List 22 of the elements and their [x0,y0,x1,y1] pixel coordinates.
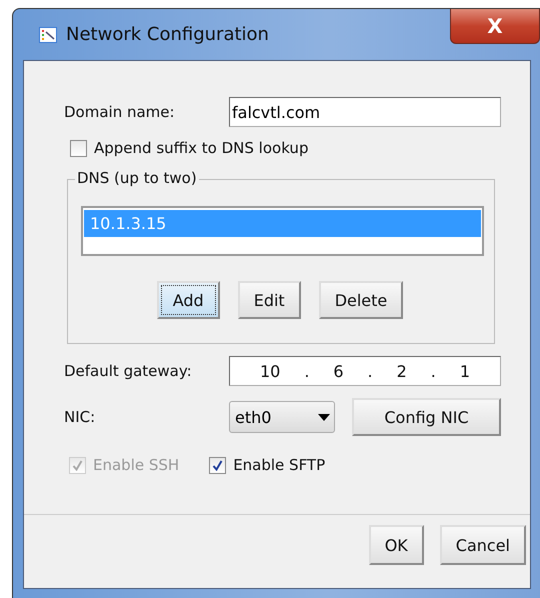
dialog-button[interactable]: OK [368,525,424,565]
checkbox-label: Append suffix to DNS lookup [94,139,308,157]
gateway-field[interactable]: 10 . 6 . 2 . 1 [229,356,501,386]
dns-button[interactable]: Add [156,281,220,319]
dialog-button[interactable]: Cancel [440,525,526,565]
config-nic-button[interactable]: Config NIC [352,398,501,436]
caret-icon [318,414,330,420]
app-icon [39,26,57,42]
checkbox[interactable] [209,456,226,474]
gateway-label: Default gateway: [63,362,193,380]
checkbox[interactable] [70,140,87,156]
group-legend: DNS (up to two) [75,169,199,187]
nic-dropdown[interactable]: eth0 [229,401,335,433]
close-button[interactable]: X [450,9,540,44]
domain-field[interactable]: falcvtl.com [229,97,501,127]
window-title: Network Configuration [66,24,269,45]
domain-label: Domain name: [63,103,176,121]
dns-button[interactable]: Edit [238,281,301,319]
nic-label: NIC: [63,408,96,426]
checkbox-label: Enable SSH [93,456,180,474]
dns-button[interactable]: Delete [318,281,404,319]
checkbox-label: Enable SFTP [233,456,326,474]
